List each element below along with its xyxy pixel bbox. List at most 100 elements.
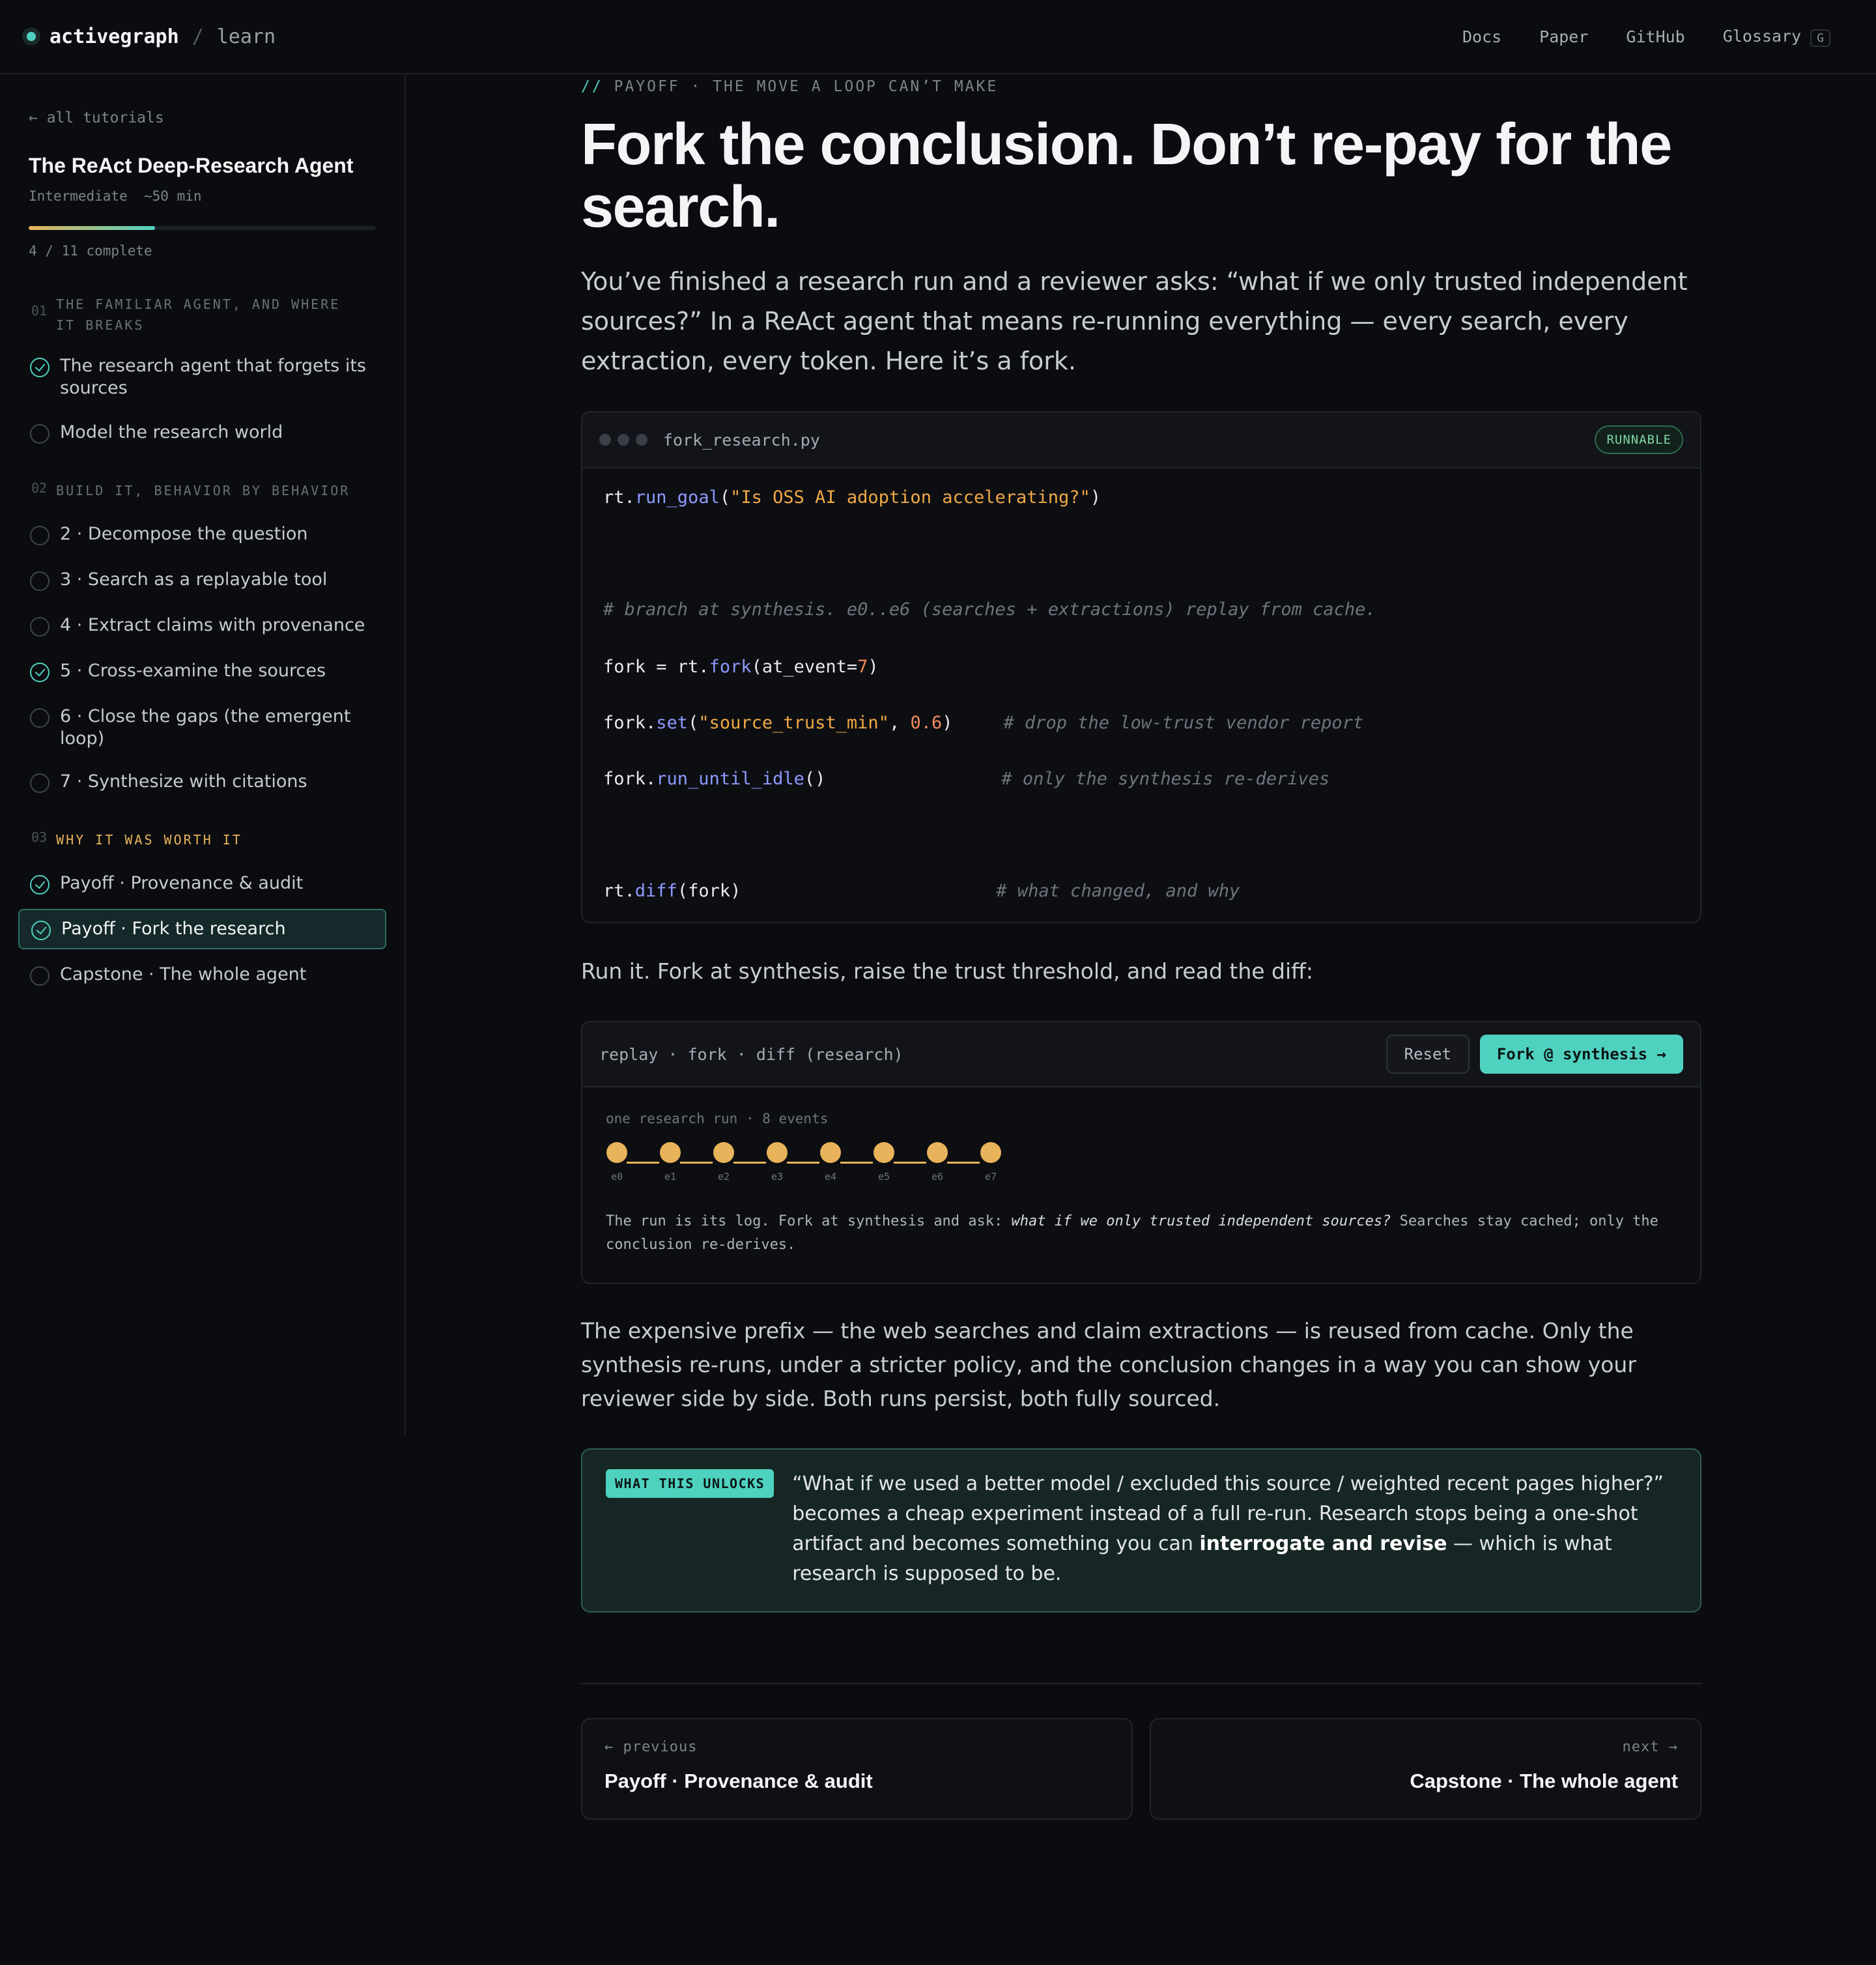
sidebar: ← all tutorials The ReAct Deep-Research …	[0, 76, 406, 1435]
brand[interactable]: activegraph / learn	[22, 25, 276, 48]
nav-glossary[interactable]: Glossary G	[1723, 27, 1830, 47]
event-dot-icon	[606, 1142, 627, 1163]
next-title: Capstone · The whole agent	[1410, 1770, 1678, 1792]
event-dot-icon	[713, 1142, 734, 1163]
next-lesson-link[interactable]: next → Capstone · The whole agent	[1150, 1718, 1701, 1820]
lesson-item[interactable]: 3 · Search as a replayable tool	[18, 561, 386, 599]
brand-separator: /	[192, 25, 204, 48]
lesson-item[interactable]: 6 · Close the gaps (the emergent loop)	[18, 698, 386, 758]
code-block-header: fork_research.py RUNNABLE	[582, 412, 1700, 468]
section-number: 03	[31, 829, 48, 845]
timeline-link	[733, 1162, 766, 1164]
replay-demo-body: one research run · 8 events e0 e1 e2 e3 e4 e5…	[582, 1087, 1700, 1283]
replay-demo-text: The run is its log. Fork at synthesis an…	[606, 1213, 1658, 1253]
all-tutorials-link[interactable]: ← all tutorials	[29, 109, 386, 126]
eyebrow: // PAYOFF · THE MOVE A LOOP CAN’T MAKE	[581, 78, 1701, 95]
timeline-event[interactable]: e3	[766, 1142, 788, 1183]
event-label: e1	[664, 1171, 677, 1183]
lesson-item[interactable]: Model the research world	[18, 414, 386, 452]
brand-name[interactable]: activegraph	[50, 25, 179, 48]
lesson-label: 3 · Search as a replayable tool	[60, 569, 328, 590]
lesson-item[interactable]: Capstone · The whole agent	[18, 956, 386, 994]
timeline-event[interactable]: e1	[659, 1142, 681, 1183]
fork-synthesis-button[interactable]: Fork @ synthesis →	[1479, 1035, 1683, 1074]
timeline-event[interactable]: e6	[926, 1142, 948, 1183]
check-circle-icon	[31, 921, 51, 940]
timeline-event[interactable]: e7	[980, 1142, 1002, 1183]
lesson-label: Capstone · The whole agent	[60, 964, 307, 984]
event-dot-icon	[767, 1142, 788, 1163]
reset-button[interactable]: Reset	[1386, 1035, 1470, 1074]
nav-glossary-label: Glossary	[1722, 26, 1802, 46]
empty-circle-icon	[30, 617, 50, 637]
section-header-01: 01 THE FAMILIAR AGENT, AND WHERE IT BREA…	[31, 294, 386, 336]
course-progress-bar	[29, 226, 376, 230]
lesson-item-current[interactable]: Payoff · Fork the research	[18, 909, 386, 949]
event-dot-icon	[820, 1142, 841, 1163]
previous-title: Payoff · Provenance & audit	[604, 1770, 873, 1792]
event-label: e0	[610, 1171, 623, 1183]
lesson-label: 2 · Decompose the question	[60, 524, 308, 544]
course-meta: Intermediate ~50 min	[29, 188, 202, 204]
check-circle-icon	[30, 663, 50, 682]
divider	[581, 1683, 1701, 1684]
nav-paper[interactable]: Paper	[1539, 27, 1588, 46]
unlock-badge: WHAT THIS UNLOCKS	[606, 1469, 775, 1498]
code-comment-line: # branch at synthesis. e0..e6 (searches …	[603, 599, 1376, 620]
brand-section[interactable]: learn	[217, 25, 276, 48]
check-circle-icon	[30, 875, 50, 895]
empty-circle-icon	[30, 966, 50, 986]
code-block: fork_research.py RUNNABLE rt.run_goal("I…	[581, 411, 1701, 923]
code-line: rt.diff(fork) # what changed, and why	[603, 881, 1240, 901]
lesson-item[interactable]: Payoff · Provenance & audit	[18, 865, 386, 902]
lesson-label: The research agent that forgets its sour…	[60, 356, 366, 398]
timeline-link	[680, 1162, 713, 1164]
section-number: 01	[31, 303, 48, 319]
event-label: e5	[877, 1171, 890, 1183]
nav-docs[interactable]: Docs	[1462, 27, 1501, 46]
timeline-event[interactable]: e5	[873, 1142, 895, 1183]
course-title: The ReAct Deep-Research Agent	[29, 154, 354, 177]
unlock-callout: WHAT THIS UNLOCKS “What if we used a bet…	[581, 1448, 1701, 1613]
empty-circle-icon	[30, 526, 50, 545]
timeline-link	[787, 1162, 819, 1164]
event-label: e6	[931, 1171, 944, 1183]
timeline-link	[894, 1162, 926, 1164]
lesson-item[interactable]: 2 · Decompose the question	[18, 515, 386, 553]
top-bar: activegraph / learn Docs Paper GitHub Gl…	[0, 0, 1876, 74]
empty-circle-icon	[30, 424, 50, 444]
timeline-link	[840, 1162, 873, 1164]
reuse-paragraph: The expensive prefix — the web searches …	[581, 1318, 1636, 1411]
lesson-label: 5 · Cross-examine the sources	[60, 661, 326, 681]
event-dot-icon	[874, 1142, 894, 1163]
glossary-shortcut-key: G	[1810, 29, 1830, 47]
event-timeline: e0 e1 e2 e3 e4 e5 e6 e7	[606, 1142, 1677, 1184]
timeline-link	[627, 1162, 659, 1164]
main-content: // PAYOFF · THE MOVE A LOOP CAN’T MAKE F…	[581, 76, 1701, 1820]
lede-paragraph: You’ve finished a research run and a rev…	[581, 267, 1688, 375]
section-label: WHY IT WAS WORTH IT	[56, 832, 242, 848]
lesson-item[interactable]: 5 · Cross-examine the sources	[18, 652, 386, 690]
eyebrow-prefix: //	[581, 78, 603, 95]
course-progress-text: 4 / 11 complete	[29, 243, 152, 259]
check-circle-icon	[30, 358, 50, 377]
event-label: e7	[984, 1171, 997, 1183]
lesson-item[interactable]: 7 · Synthesize with citations	[18, 763, 386, 801]
lesson-item[interactable]: 4 · Extract claims with provenance	[18, 607, 386, 644]
timeline-event[interactable]: e0	[606, 1142, 628, 1183]
section-number: 02	[31, 480, 48, 496]
previous-lesson-link[interactable]: ← previous Payoff · Provenance & audit	[581, 1718, 1133, 1820]
code-line: fork.run_until_idle() # only the synthesi…	[603, 769, 1330, 789]
timeline-event[interactable]: e2	[713, 1142, 735, 1183]
lesson-label: Payoff · Fork the research	[61, 919, 286, 939]
code-line: rt.run_goal("Is OSS AI adoption accelera…	[603, 487, 1101, 508]
lesson-item[interactable]: The research agent that forgets its sour…	[18, 347, 386, 407]
nav-github[interactable]: GitHub	[1626, 27, 1684, 46]
eyebrow-text: PAYOFF · THE MOVE A LOOP CAN’T MAKE	[614, 78, 999, 95]
section-header-02: 02 BUILD IT, BEHAVIOR BY BEHAVIOR	[31, 480, 386, 501]
lesson-label: 7 · Synthesize with citations	[60, 771, 307, 792]
empty-circle-icon	[30, 708, 50, 728]
code-body: rt.run_goal("Is OSS AI adoption accelera…	[582, 468, 1700, 922]
previous-label: ← previous	[604, 1739, 698, 1755]
timeline-event[interactable]: e4	[819, 1142, 842, 1183]
